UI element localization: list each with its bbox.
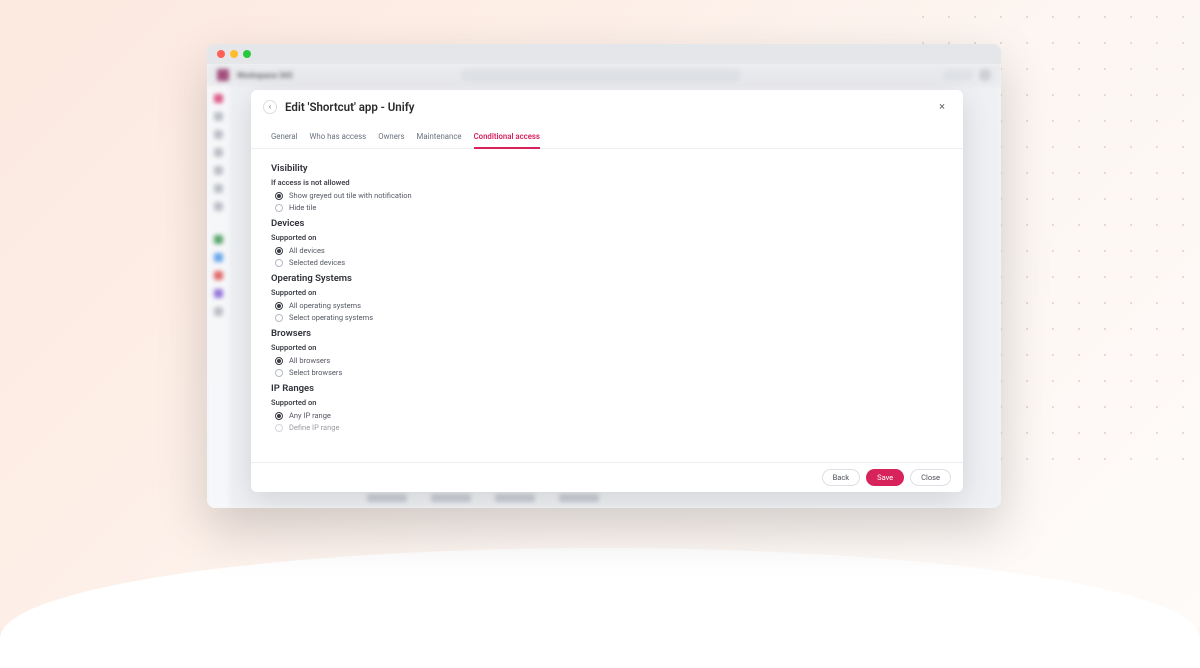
tab-owners[interactable]: Owners bbox=[378, 127, 404, 148]
radio-label: Any IP range bbox=[289, 411, 331, 420]
window-minimize-icon[interactable] bbox=[230, 50, 238, 58]
radio-label: Show greyed out tile with notification bbox=[289, 191, 412, 200]
radio-label: Select operating systems bbox=[289, 313, 373, 322]
radio-input[interactable] bbox=[275, 357, 283, 365]
tab-who-has-access[interactable]: Who has access bbox=[310, 127, 367, 148]
section-title-os: Operating Systems bbox=[271, 273, 943, 284]
radio-input[interactable] bbox=[275, 259, 283, 267]
section-title-visibility: Visibility bbox=[271, 163, 943, 174]
sidebar-icon bbox=[214, 235, 223, 244]
app-header-pill bbox=[943, 70, 973, 80]
back-button[interactable]: Back bbox=[822, 469, 860, 486]
radio-input[interactable] bbox=[275, 192, 283, 200]
modal-body: Visibility If access is not allowed Show… bbox=[251, 149, 963, 462]
edit-app-modal: ‹ Edit 'Shortcut' app - Unify × General … bbox=[251, 90, 963, 492]
window-close-icon[interactable] bbox=[217, 50, 225, 58]
back-icon-button[interactable]: ‹ bbox=[263, 100, 277, 114]
section-sub-os: Supported on bbox=[271, 288, 943, 297]
section-sub-devices: Supported on bbox=[271, 233, 943, 242]
section-title-ip: IP Ranges bbox=[271, 383, 943, 394]
modal-header: ‹ Edit 'Shortcut' app - Unify × bbox=[251, 90, 963, 123]
section-sub-visibility: If access is not allowed bbox=[271, 178, 943, 187]
chevron-left-icon: ‹ bbox=[269, 102, 271, 111]
macos-window: Workspace 365 bbox=[207, 44, 1001, 508]
tab-maintenance[interactable]: Maintenance bbox=[417, 127, 462, 148]
radio-input[interactable] bbox=[275, 412, 283, 420]
app-search-bar bbox=[461, 69, 741, 81]
save-button[interactable]: Save bbox=[866, 469, 904, 486]
sidebar-icon bbox=[214, 130, 223, 139]
decorative-wave bbox=[0, 548, 1200, 668]
tab-general[interactable]: General bbox=[271, 127, 298, 148]
sidebar-icon bbox=[214, 94, 223, 103]
radio-input[interactable] bbox=[275, 247, 283, 255]
app-avatar bbox=[979, 69, 991, 81]
sidebar-icon bbox=[214, 112, 223, 121]
radio-row[interactable]: All operating systems bbox=[271, 301, 943, 310]
section-sub-browsers: Supported on bbox=[271, 343, 943, 352]
radio-row[interactable]: Selected devices bbox=[271, 258, 943, 267]
sidebar-icon bbox=[214, 289, 223, 298]
radio-input[interactable] bbox=[275, 369, 283, 377]
app-sidebar bbox=[207, 86, 229, 508]
radio-row[interactable]: All devices bbox=[271, 246, 943, 255]
sidebar-icon bbox=[214, 148, 223, 157]
app-logo-icon bbox=[217, 69, 229, 81]
modal-title: Edit 'Shortcut' app - Unify bbox=[285, 100, 415, 114]
modal-tabs: General Who has access Owners Maintenanc… bbox=[251, 127, 963, 149]
radio-label: Hide tile bbox=[289, 203, 316, 212]
sidebar-icon bbox=[214, 202, 223, 211]
radio-label: Select browsers bbox=[289, 368, 342, 377]
radio-input[interactable] bbox=[275, 302, 283, 310]
tab-conditional-access[interactable]: Conditional access bbox=[474, 127, 540, 149]
sidebar-icon bbox=[214, 253, 223, 262]
radio-input[interactable] bbox=[275, 314, 283, 322]
sidebar-icon bbox=[214, 184, 223, 193]
radio-input[interactable] bbox=[275, 424, 283, 432]
radio-label: All browsers bbox=[289, 356, 330, 365]
radio-label: All devices bbox=[289, 246, 325, 255]
radio-row[interactable]: Show greyed out tile with notification bbox=[271, 191, 943, 200]
section-title-browsers: Browsers bbox=[271, 328, 943, 339]
radio-row[interactable]: Any IP range bbox=[271, 411, 943, 420]
close-icon[interactable]: × bbox=[933, 98, 951, 115]
radio-row[interactable]: Select browsers bbox=[271, 368, 943, 377]
sidebar-icon bbox=[214, 307, 223, 316]
window-zoom-icon[interactable] bbox=[243, 50, 251, 58]
radio-row[interactable]: Select operating systems bbox=[271, 313, 943, 322]
radio-label: All operating systems bbox=[289, 301, 361, 310]
section-sub-ip: Supported on bbox=[271, 398, 943, 407]
radio-label: Selected devices bbox=[289, 258, 345, 267]
app-bottom-row bbox=[367, 494, 599, 502]
radio-row[interactable]: All browsers bbox=[271, 356, 943, 365]
close-button[interactable]: Close bbox=[910, 469, 951, 486]
section-title-devices: Devices bbox=[271, 218, 943, 229]
modal-footer: Back Save Close bbox=[251, 462, 963, 492]
radio-input[interactable] bbox=[275, 204, 283, 212]
sidebar-icon bbox=[214, 166, 223, 175]
app-title: Workspace 365 bbox=[237, 71, 293, 80]
app-topbar: Workspace 365 bbox=[207, 64, 1001, 86]
sidebar-icon bbox=[214, 271, 223, 280]
radio-row[interactable]: Define IP range bbox=[271, 423, 943, 432]
window-titlebar bbox=[207, 44, 1001, 64]
radio-row[interactable]: Hide tile bbox=[271, 203, 943, 212]
radio-label: Define IP range bbox=[289, 423, 339, 432]
